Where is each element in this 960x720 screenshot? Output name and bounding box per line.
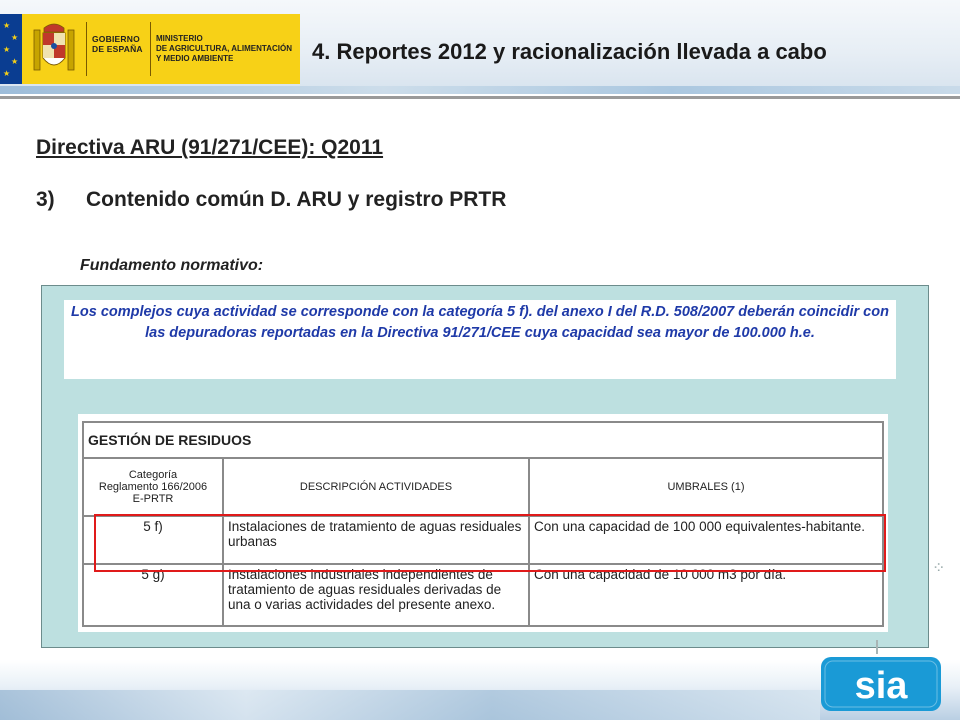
slide-header: ★ ★ ★ ★ ★ GOBIERNO DE ESPAÑA MINISTERIO … [0, 0, 960, 94]
logo-divider [86, 22, 87, 76]
row-category: 5 g) [82, 563, 224, 627]
legal-basis-label: Fundamento normativo: [80, 257, 264, 274]
section-heading: 3) Contenido común D. ARU y registro PRTR [36, 188, 506, 212]
row-description: Instalaciones industriales independiente… [222, 563, 530, 627]
column-header-threshold: UMBRALES (1) [528, 457, 884, 517]
table-title: GESTIÓN DE RESIDUOS [82, 421, 884, 459]
footer-wave [0, 690, 820, 720]
sia-logo-text: sia [855, 665, 909, 707]
table-header-row: Categoría Reglamento 166/2006 E-PRTR DES… [82, 457, 884, 517]
logo-divider [150, 22, 151, 76]
row-threshold: Con una capacidad de 10 000 m3 por día. [528, 563, 884, 627]
header-divider [0, 96, 960, 99]
column-header-category: Categoría Reglamento 166/2006 E-PRTR [82, 457, 224, 517]
government-label: GOBIERNO DE ESPAÑA [92, 34, 143, 54]
eu-flag-icon: ★ ★ ★ ★ ★ [0, 14, 22, 84]
section-number: 3) [36, 188, 55, 211]
regulation-panel: Los complejos cuya actividad se correspo… [41, 285, 929, 648]
highlight-box [94, 514, 886, 572]
header-band [0, 86, 960, 94]
decoration-mark: ⁘ [932, 560, 946, 577]
sia-logo: sia [821, 657, 941, 711]
table-row: 5 g) Instalaciones industriales independ… [82, 563, 884, 627]
coat-of-arms-icon [33, 23, 75, 71]
column-header-description: DESCRIPCIÓN ACTIVIDADES [222, 457, 530, 517]
directive-heading: Directiva ARU (91/271/CEE): Q2011 [36, 136, 384, 159]
slide-title: 4. Reportes 2012 y racionalización lleva… [312, 39, 827, 64]
decoration-mark [876, 640, 878, 654]
section-heading-text: Contenido común D. ARU y registro PRTR [86, 188, 507, 211]
ministry-label: MINISTERIO DE AGRICULTURA, ALIMENTACIÓN … [156, 34, 292, 63]
government-logo: ★ ★ ★ ★ ★ GOBIERNO DE ESPAÑA MINISTERIO … [0, 14, 300, 84]
regulation-callout: Los complejos cuya actividad se correspo… [64, 300, 896, 379]
